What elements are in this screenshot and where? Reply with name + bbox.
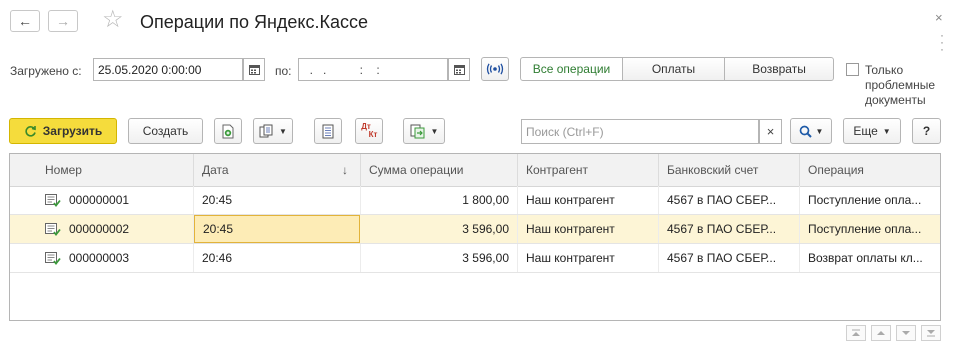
refresh-icon xyxy=(25,125,36,137)
date-to-label: по: xyxy=(275,64,292,78)
cell-operation: Поступление опла... xyxy=(808,193,922,207)
related-documents-button[interactable]: ▼ xyxy=(403,118,445,144)
create-button[interactable]: Создать xyxy=(128,118,203,144)
column-header-bank-account[interactable]: Банковский счет xyxy=(659,154,800,186)
favorite-star-icon[interactable]: ☆ xyxy=(102,6,124,34)
cell-counterparty: Наш контрагент xyxy=(518,215,659,243)
arrow-down-icon xyxy=(902,331,910,335)
load-button-label: Загрузить xyxy=(42,124,103,138)
only-problem-label: Только проблемные документы xyxy=(865,63,936,107)
back-button[interactable]: ← xyxy=(10,10,40,32)
chevron-down-icon: ▼ xyxy=(882,126,891,136)
cell-operation: Возврат оплаты кл... xyxy=(808,251,923,265)
cell-counterparty: Наш контрагент xyxy=(518,244,659,272)
table-row[interactable]: 000000002 20:45 3 596,00 Наш контрагент … xyxy=(10,215,940,244)
sort-arrow-icon: ↓ xyxy=(342,163,348,177)
cell-date: 20:45 xyxy=(194,215,360,243)
copy-document-button[interactable] xyxy=(214,118,242,144)
calendar-icon xyxy=(453,65,465,75)
scroll-up-button[interactable] xyxy=(871,325,891,341)
search-input[interactable]: Поиск (Ctrl+F) xyxy=(521,119,759,144)
document-posted-icon xyxy=(45,194,61,207)
table-row[interactable]: 000000001 20:45 1 800,00 Наш контрагент … xyxy=(10,186,940,215)
cell-amount: 3 596,00 xyxy=(361,244,518,272)
column-header-amount[interactable]: Сумма операции xyxy=(361,154,518,186)
chevron-down-icon: ▼ xyxy=(279,126,287,136)
segment-payments[interactable]: Оплаты xyxy=(622,57,725,81)
date-from-field[interactable]: 25.05.2020 0:00:00 xyxy=(93,58,243,81)
chevron-down-icon: ▼ xyxy=(815,126,824,136)
scroll-down-button[interactable] xyxy=(896,325,916,341)
radio-wave-icon xyxy=(486,63,504,75)
cell-operation: Поступление опла... xyxy=(808,222,922,236)
operations-table: Номер Дата ↓ Сумма операции Контрагент Ба… xyxy=(9,153,941,321)
cell-amount: 3 596,00 xyxy=(361,215,518,243)
period-button[interactable] xyxy=(481,57,509,81)
arrow-left-icon: ← xyxy=(18,13,32,29)
help-button[interactable]: ? xyxy=(912,118,941,144)
journal-button[interactable] xyxy=(314,118,342,144)
column-header-operation[interactable]: Операция xyxy=(800,154,940,186)
more-vertical-icon[interactable]: · · · xyxy=(940,29,944,55)
clear-search-button[interactable]: × xyxy=(759,119,782,144)
cell-number: 000000003 xyxy=(61,244,194,272)
only-problem-checkbox[interactable] xyxy=(846,63,859,76)
cell-counterparty: Наш контрагент xyxy=(518,186,659,214)
print-menu-button[interactable]: ▼ xyxy=(253,118,293,144)
calendar-to-button[interactable] xyxy=(448,58,470,81)
loaded-from-label: Загружено с: xyxy=(10,64,82,78)
document-posted-icon xyxy=(45,252,61,265)
chevron-down-icon: ▼ xyxy=(430,126,439,136)
scroll-last-button[interactable] xyxy=(921,325,941,341)
document-add-icon xyxy=(222,124,233,138)
cell-bank-account: 4567 в ПАО СБЕР... xyxy=(659,244,800,272)
segment-refunds[interactable]: Возвраты xyxy=(724,57,834,81)
last-page-icon xyxy=(927,330,935,337)
forward-button[interactable]: → xyxy=(48,10,78,32)
cell-number: 000000002 xyxy=(61,215,194,243)
list-icon xyxy=(322,124,334,138)
first-page-icon xyxy=(852,329,860,336)
documents-green-icon xyxy=(410,124,425,138)
cell-date: 20:45 xyxy=(194,186,361,214)
table-row[interactable]: 000000003 20:46 3 596,00 Наш контрагент … xyxy=(10,244,940,273)
cell-date: 20:46 xyxy=(194,244,361,272)
page-title: Операции по Яндекс.Кассе xyxy=(140,12,368,32)
cell-bank-account: 4567 в ПАО СБЕР... xyxy=(659,215,800,243)
clear-icon: × xyxy=(766,124,775,139)
close-icon[interactable]: × xyxy=(935,10,943,25)
table-header: Номер Дата ↓ Сумма операции Контрагент Ба… xyxy=(10,154,940,187)
date-to-field[interactable]: . . : : xyxy=(298,58,448,81)
cell-bank-account: 4567 в ПАО СБЕР... xyxy=(659,186,800,214)
documents-icon xyxy=(259,124,273,137)
calendar-from-button[interactable] xyxy=(243,58,265,81)
arrow-up-icon xyxy=(877,331,885,335)
column-header-counterparty[interactable]: Контрагент xyxy=(518,154,659,186)
column-header-number[interactable]: Номер xyxy=(10,154,194,186)
more-button-label: Еще xyxy=(853,124,878,138)
more-button[interactable]: Еще ▼ xyxy=(843,118,901,144)
cell-amount: 1 800,00 xyxy=(361,186,518,214)
scroll-first-button[interactable] xyxy=(846,325,866,341)
credit-icon: Кт xyxy=(368,130,378,139)
column-header-date[interactable]: Дата ↓ xyxy=(194,154,361,186)
segment-all-operations[interactable]: Все операции xyxy=(520,57,623,81)
document-posted-icon xyxy=(45,223,61,236)
arrow-right-icon: → xyxy=(56,13,70,29)
search-icon xyxy=(799,125,812,138)
cell-number: 000000001 xyxy=(61,186,194,214)
dt-kt-button[interactable]: Дт Кт xyxy=(355,118,383,144)
calendar-icon xyxy=(248,65,260,75)
search-options-button[interactable]: ▼ xyxy=(790,118,832,144)
load-button[interactable]: Загрузить xyxy=(9,118,117,144)
